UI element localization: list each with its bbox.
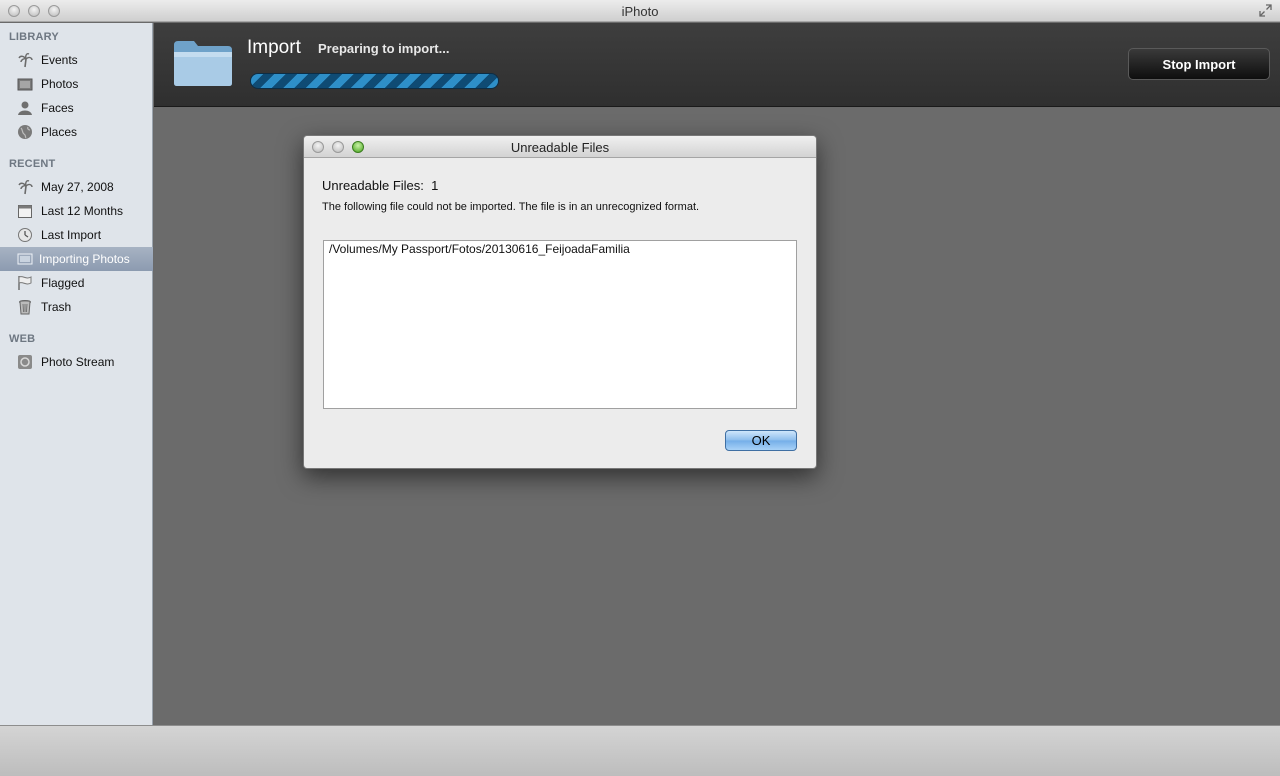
import-progress-bar xyxy=(250,73,499,89)
sidebar-item-flagged[interactable]: Flagged xyxy=(0,271,153,295)
window-title: iPhoto xyxy=(621,4,659,19)
section-heading-recent: RECENT xyxy=(9,158,56,170)
flag-icon xyxy=(18,276,32,290)
trash-icon xyxy=(19,300,31,315)
unreadable-files-dialog: Unreadable Files Unreadable Files: 1 The… xyxy=(303,135,817,469)
window-titlebar: iPhoto xyxy=(0,0,1280,22)
dialog-heading: Unreadable Files: 1 xyxy=(322,178,439,193)
sidebar-item-last-import[interactable]: Last Import xyxy=(0,223,153,247)
unreadable-file-list[interactable]: /Volumes/My Passport/Fotos/20130616_Feij… xyxy=(323,240,797,409)
sidebar-item-last-12-months[interactable]: Last 12 Months xyxy=(0,199,153,223)
sidebar-item-label: Places xyxy=(41,125,78,139)
sidebar-item-faces[interactable]: Faces xyxy=(0,96,153,120)
sidebar-item-label: May 27, 2008 xyxy=(41,180,114,194)
import-progress-fill xyxy=(251,74,498,88)
sidebar-item-label: Flagged xyxy=(41,276,85,290)
sidebar-item-label: Importing Photos xyxy=(39,252,130,266)
sidebar-item-events[interactable]: Events xyxy=(0,48,153,72)
sidebar-item-trash[interactable]: Trash xyxy=(0,295,153,319)
sidebar-item-may-27-2008[interactable]: May 27, 2008 xyxy=(0,175,153,199)
sidebar-item-label: Trash xyxy=(41,300,72,314)
dialog-message: The following file could not be imported… xyxy=(322,201,700,213)
palm-tree-icon xyxy=(18,180,33,195)
section-heading-web: WEB xyxy=(9,333,36,345)
import-title: Import xyxy=(247,37,301,58)
globe-icon xyxy=(18,125,32,139)
fullscreen-icon[interactable] xyxy=(1259,4,1272,17)
folder-icon xyxy=(174,41,232,86)
ok-button[interactable]: OK xyxy=(725,430,797,451)
dialog-titlebar: Unreadable Files xyxy=(304,136,816,158)
sidebar-item-label: Events xyxy=(41,53,78,67)
clock-icon xyxy=(18,228,32,242)
photo-stream-icon xyxy=(18,355,32,369)
sidebar-item-label: Photos xyxy=(41,77,79,91)
import-icon xyxy=(17,253,33,265)
sidebar-item-photos[interactable]: Photos xyxy=(0,72,153,96)
import-status-text: Preparing to import... xyxy=(318,41,450,56)
import-header: Import Preparing to import... Stop Impor… xyxy=(154,23,1280,107)
sidebar-item-label: Photo Stream xyxy=(41,355,115,369)
calendar-icon xyxy=(18,205,32,218)
list-item[interactable]: /Volumes/My Passport/Fotos/20130616_Feij… xyxy=(329,242,630,256)
sidebar-item-places[interactable]: Places xyxy=(0,120,153,144)
palm-tree-icon xyxy=(18,53,33,68)
sidebar-item-importing-photos[interactable]: Importing Photos xyxy=(0,247,153,271)
faces-icon xyxy=(18,101,32,115)
stop-import-button[interactable]: Stop Import xyxy=(1128,48,1270,80)
sidebar-item-label: Faces xyxy=(41,101,74,115)
sidebar-item-photo-stream[interactable]: Photo Stream xyxy=(0,350,153,374)
sidebar-item-label: Last 12 Months xyxy=(41,204,124,218)
dialog-title: Unreadable Files xyxy=(510,140,610,155)
sidebar: LIBRARY Events Photos Faces Places RECEN… xyxy=(0,23,153,725)
sidebar-item-label: Last Import xyxy=(41,228,102,242)
bottom-toolbar xyxy=(0,725,1280,776)
section-heading-library: LIBRARY xyxy=(9,31,59,43)
photos-icon xyxy=(17,78,33,91)
